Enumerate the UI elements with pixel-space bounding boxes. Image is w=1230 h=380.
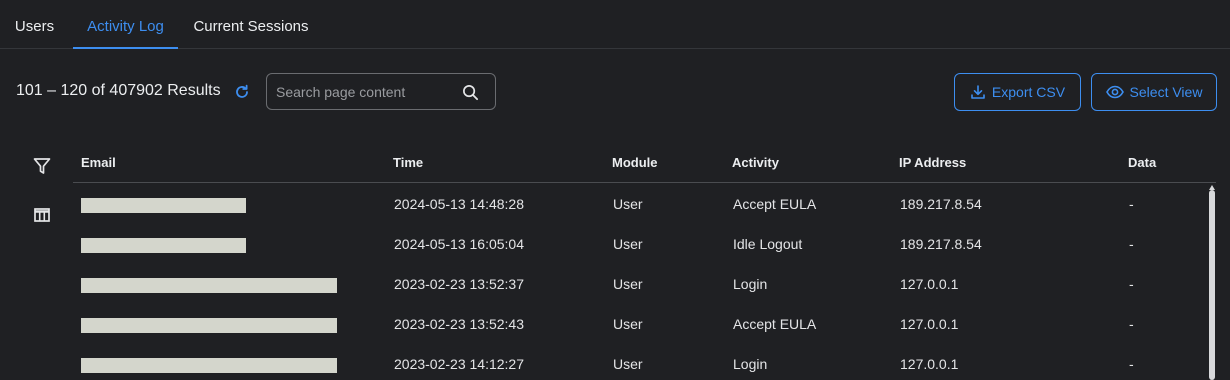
cell-data: - [1129, 276, 1134, 292]
table-scrollbar[interactable] [1208, 185, 1216, 380]
redacted-email [81, 198, 246, 213]
cell-activity: Accept EULA [733, 316, 817, 332]
redacted-email [81, 318, 337, 333]
cell-time: 2024-05-13 16:05:04 [394, 236, 524, 252]
cell-data: - [1129, 316, 1134, 332]
cell-activity: Idle Logout [733, 236, 803, 252]
cell-module: User [613, 196, 643, 212]
redacted-email [81, 358, 337, 373]
columns-icon[interactable] [33, 206, 51, 224]
results-count: 101 – 120 of 407902 Results [16, 82, 221, 99]
tab-users[interactable]: Users [0, 0, 69, 48]
table-row[interactable]: 2023-02-23 14:12:27 User Login 127.0.0.1… [73, 344, 1203, 380]
cell-module: User [613, 316, 643, 332]
cell-time: 2023-02-23 13:52:37 [394, 276, 524, 292]
cell-module: User [613, 236, 643, 252]
cell-time: 2023-02-23 13:52:43 [394, 316, 524, 332]
cell-ip-address: 127.0.0.1 [900, 276, 959, 292]
cell-data: - [1129, 196, 1134, 212]
cell-ip-address: 127.0.0.1 [900, 356, 959, 372]
column-header-data[interactable]: Data [1128, 155, 1156, 170]
redacted-email [81, 238, 246, 253]
cell-time: 2024-05-13 14:48:28 [394, 196, 524, 212]
cell-ip-address: 189.217.8.54 [900, 236, 982, 252]
search-input[interactable] [276, 74, 456, 109]
tab-bar: Users Activity Log Current Sessions [0, 0, 1230, 49]
tab-current-sessions[interactable]: Current Sessions [186, 0, 316, 48]
column-header-activity[interactable]: Activity [732, 155, 779, 170]
table-row[interactable]: 2023-02-23 13:52:37 User Login 127.0.0.1… [73, 264, 1203, 304]
eye-icon [1105, 85, 1124, 99]
table-header: Email Time Module Activity IP Address Da… [73, 150, 1216, 183]
cell-ip-address: 127.0.0.1 [900, 316, 959, 332]
cell-module: User [613, 276, 643, 292]
cell-time: 2023-02-23 14:12:27 [394, 356, 524, 372]
table-row[interactable]: 2024-05-13 16:05:04 User Idle Logout 189… [73, 224, 1203, 264]
filter-icon[interactable] [33, 157, 51, 175]
table-row[interactable]: 2024-05-13 14:48:28 User Accept EULA 189… [73, 184, 1203, 224]
table-row[interactable]: 2023-02-23 13:52:43 User Accept EULA 127… [73, 304, 1203, 344]
select-view-label: Select View [1129, 84, 1203, 100]
redacted-email [81, 278, 337, 293]
column-header-email[interactable]: Email [81, 155, 116, 170]
refresh-icon[interactable] [234, 84, 250, 100]
cell-ip-address: 189.217.8.54 [900, 196, 982, 212]
export-csv-button[interactable]: Export CSV [954, 73, 1081, 111]
select-view-button[interactable]: Select View [1091, 73, 1217, 111]
cell-activity: Login [733, 276, 768, 292]
export-csv-label: Export CSV [991, 84, 1066, 100]
download-icon [971, 85, 985, 99]
cell-module: User [613, 356, 643, 372]
search-box [266, 73, 496, 110]
tab-activity-log[interactable]: Activity Log [73, 0, 178, 49]
cell-data: - [1129, 236, 1134, 252]
column-header-time[interactable]: Time [393, 155, 423, 170]
cell-data: - [1129, 356, 1134, 372]
scrollbar-thumb[interactable] [1209, 190, 1215, 380]
cell-activity: Login [733, 356, 768, 372]
cell-activity: Accept EULA [733, 196, 817, 212]
column-header-module[interactable]: Module [612, 155, 658, 170]
search-icon[interactable] [462, 84, 479, 101]
column-header-ip-address[interactable]: IP Address [899, 155, 966, 170]
